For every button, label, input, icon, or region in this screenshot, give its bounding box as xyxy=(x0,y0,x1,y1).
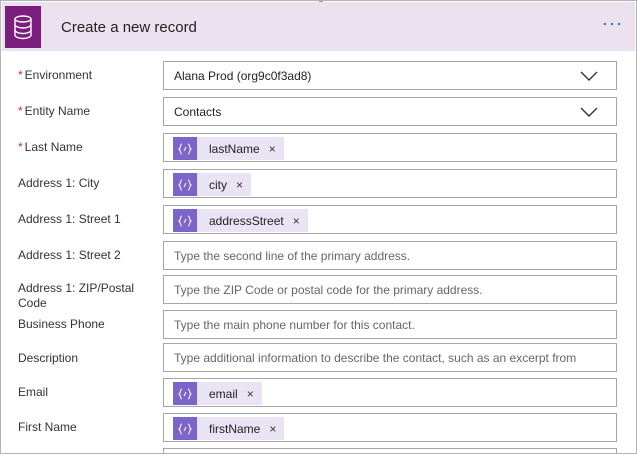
dynamic-content-token[interactable]: email × xyxy=(173,382,262,405)
dynamic-content-token[interactable]: firstName × xyxy=(173,417,285,440)
field-label: Business Phone xyxy=(18,317,105,331)
environment-dropdown[interactable]: Alana Prod (org9c0f3ad8) xyxy=(163,61,617,90)
database-icon xyxy=(5,6,41,48)
required-marker: * xyxy=(18,68,23,82)
token-label: addressStreet xyxy=(209,213,284,228)
city-input[interactable]: city × xyxy=(163,169,617,198)
token-label: city xyxy=(209,177,227,192)
field-value: Contacts xyxy=(174,105,222,119)
dynamic-content-token[interactable]: addressStreet × xyxy=(173,209,308,232)
field-placeholder: Type the main phone number for this cont… xyxy=(174,318,415,332)
more-options-icon[interactable]: ··· xyxy=(602,13,623,34)
token-label: email xyxy=(209,386,238,401)
chevron-down-icon[interactable] xyxy=(580,105,598,119)
field-label: * Entity Name xyxy=(18,104,91,118)
expression-icon xyxy=(173,417,197,440)
last-name-input[interactable]: lastName × xyxy=(163,133,617,162)
remove-token-icon[interactable]: × xyxy=(293,214,300,228)
card-title: Create a new record xyxy=(61,19,197,36)
field-label: Address 1: Street 1 xyxy=(18,212,121,226)
field-label: Address 1: City xyxy=(18,176,100,190)
business-phone-input[interactable]: Type the main phone number for this cont… xyxy=(163,310,617,339)
expression-icon xyxy=(173,173,197,196)
remove-token-icon[interactable]: × xyxy=(236,178,243,192)
field-label: Email xyxy=(18,385,49,399)
field-label: * Environment xyxy=(18,68,93,82)
field-value: Alana Prod (org9c0f3ad8) xyxy=(174,69,312,83)
chevron-down-icon[interactable] xyxy=(580,69,598,83)
field-label: Description xyxy=(18,351,79,365)
dynamic-content-token[interactable]: lastName × xyxy=(173,137,284,160)
remove-token-icon[interactable]: × xyxy=(247,387,254,401)
field-placeholder: Type additional information to describe … xyxy=(174,351,577,365)
expression-icon xyxy=(173,137,197,160)
action-card: Create a new record ··· * Environment Ala… xyxy=(0,0,637,454)
zip-input[interactable]: Type the ZIP Code or postal code for the… xyxy=(163,275,617,304)
field-label: First Name xyxy=(18,420,77,434)
required-marker: * xyxy=(18,140,23,154)
next-field-input[interactable] xyxy=(163,448,617,453)
required-marker: * xyxy=(18,104,23,118)
token-label: lastName xyxy=(209,141,260,156)
street-2-input[interactable]: Type the second line of the primary addr… xyxy=(163,241,617,270)
email-input[interactable]: email × xyxy=(163,378,617,407)
street-1-input[interactable]: addressStreet × xyxy=(163,205,617,234)
field-label: Address 1: Street 2 xyxy=(18,248,121,262)
expression-icon xyxy=(173,382,197,405)
field-label: * Last Name xyxy=(18,140,83,154)
remove-token-icon[interactable]: × xyxy=(269,422,276,436)
field-placeholder: Type the second line of the primary addr… xyxy=(174,249,411,263)
first-name-input[interactable]: firstName × xyxy=(163,413,617,442)
token-label: firstName xyxy=(209,421,261,436)
dynamic-content-token[interactable]: city × xyxy=(173,173,252,196)
field-label: Address 1: ZIP/Postal Code xyxy=(18,281,135,310)
card-header[interactable]: Create a new record ··· xyxy=(2,2,635,51)
entity-name-dropdown[interactable]: Contacts xyxy=(163,97,617,126)
description-input[interactable]: Type additional information to describe … xyxy=(163,343,617,372)
field-placeholder: Type the ZIP Code or postal code for the… xyxy=(174,283,483,297)
remove-token-icon[interactable]: × xyxy=(269,142,276,156)
expression-icon xyxy=(173,209,197,232)
